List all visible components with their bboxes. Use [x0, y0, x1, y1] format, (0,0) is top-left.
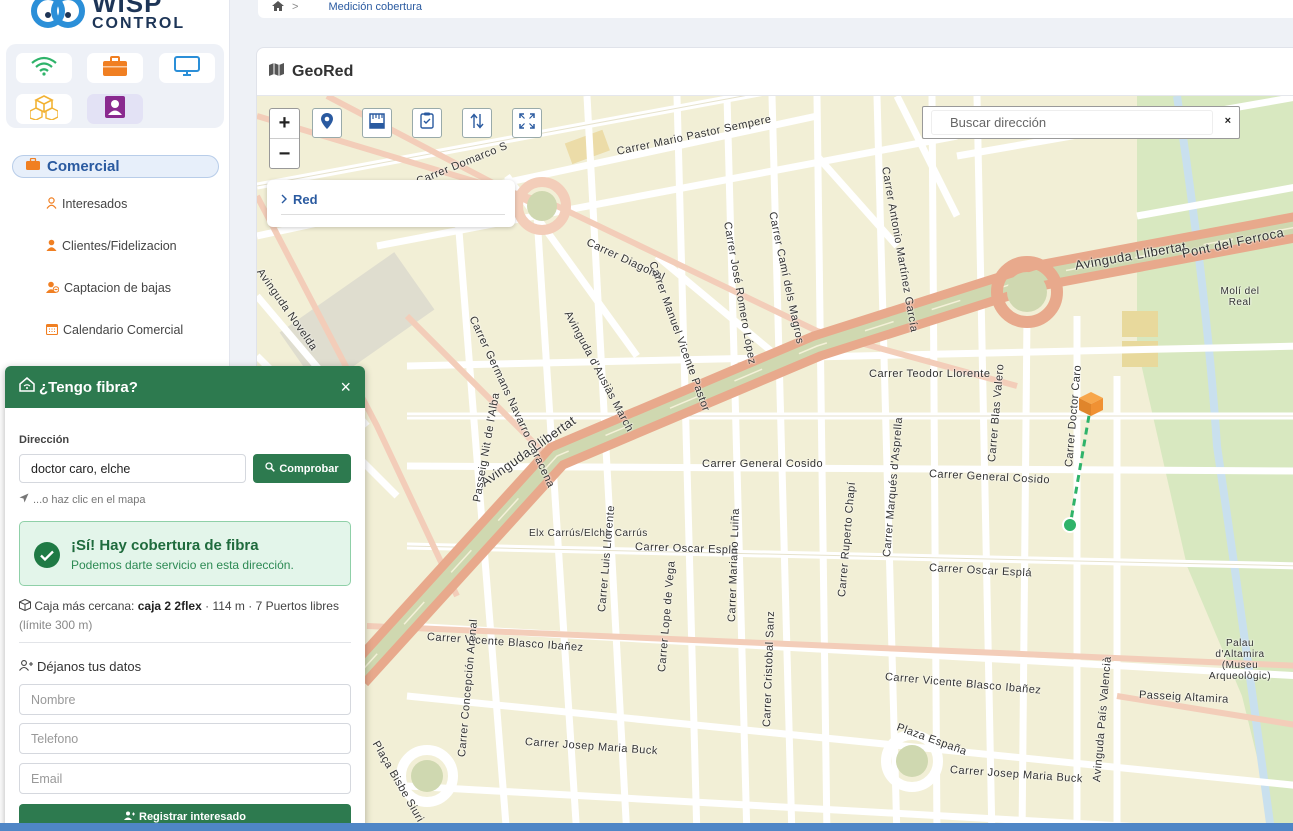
cube-icon [19, 598, 31, 613]
fiber-check-panel: ¿Tengo fibra? × Dirección Comprobar ...o… [5, 366, 365, 831]
sort-button[interactable] [462, 108, 492, 138]
address-input[interactable] [19, 454, 246, 483]
layer-panel: Red [267, 180, 515, 227]
monitor-icon [173, 55, 201, 82]
email-field[interactable] [19, 763, 351, 794]
logo-line2: CONTROL [92, 15, 186, 32]
map-label: Carrer General Cosido [702, 458, 824, 470]
map-label: Carrer Teodor Llorente [869, 368, 991, 380]
sidebar-item-calendario[interactable]: Calendario Comercial [45, 321, 184, 339]
breadcrumb-current[interactable]: Medición cobertura [328, 1, 422, 13]
sidebar-item-interesados[interactable]: Interesados [46, 195, 127, 213]
name-field[interactable] [19, 684, 351, 715]
coverage-result-subtitle: Podemos darte servicio en esta dirección… [71, 558, 294, 572]
address-search: × [922, 106, 1240, 139]
check-circle-icon [34, 542, 60, 568]
fiber-panel-title: ¿Tengo fibra? [39, 378, 138, 396]
map-icon [269, 62, 284, 81]
locate-button[interactable] [312, 108, 342, 138]
sidebar-item-label: Captacion de bajas [64, 281, 172, 295]
register-lead-label: Registrar interesado [139, 811, 246, 823]
os-taskbar [0, 823, 1293, 831]
expand-icon [519, 112, 535, 134]
briefcase-icon [25, 157, 41, 176]
nearest-box-prefix: Caja más cercana: [34, 599, 135, 613]
contact-card-icon [102, 95, 128, 124]
wifi-icon [30, 55, 58, 82]
user-minus-icon [46, 281, 60, 296]
card-title: GeoRed [292, 62, 354, 80]
map-label: Elx Carrús/Elche Carrús [529, 528, 648, 539]
briefcase-icon [101, 55, 129, 82]
logo-mark-icon [30, 0, 86, 31]
breadcrumb-separator: > [292, 1, 299, 13]
sidebar-item-captacion[interactable]: Captacion de bajas [46, 279, 171, 297]
clipboard-check-icon [420, 112, 434, 134]
map-canvas[interactable]: Carrer Mario Pastor Sempere Carrer Domar… [257, 96, 1293, 831]
layer-red-label: Red [293, 192, 318, 207]
sidebar-item-label: Calendario Comercial [63, 323, 184, 337]
location-arrow-icon [19, 493, 29, 506]
nearest-box-info: Caja más cercana: caja 2 2flex · 114 m ·… [19, 597, 353, 635]
app-contacts-tile[interactable] [87, 94, 143, 124]
check-coverage-button[interactable]: Comprobar [253, 454, 351, 483]
lead-form-title-text: Déjanos tus datos [37, 659, 142, 674]
fullscreen-button[interactable] [512, 108, 542, 138]
coverage-result: ¡Sí! Hay cobertura de fibra Podemos dart… [19, 521, 351, 586]
zoom-out-button[interactable]: − [270, 139, 299, 169]
map-label: Palau d'Altamira (Museu Arqueològic) [1208, 638, 1272, 682]
geored-card: GeoRed Carrer Mario Pastor Sempere Carre… [256, 47, 1293, 831]
sidebar-section-label: Comercial [47, 158, 120, 175]
sidebar-item-label: Interesados [62, 197, 128, 211]
clear-search-button[interactable]: × [1225, 115, 1231, 127]
arrows-up-down-icon [469, 112, 485, 134]
phone-field[interactable] [19, 723, 351, 754]
layer-red-toggle[interactable]: Red [281, 192, 318, 207]
user-icon [46, 239, 57, 254]
zoom-control: + − [269, 108, 300, 169]
coverage-result-title: ¡Sí! Hay cobertura de fibra [71, 537, 259, 554]
app-monitor-tile[interactable] [159, 53, 215, 83]
breadcrumb: > Medición cobertura [258, 0, 1293, 18]
check-coverage-label: Comprobar [279, 462, 339, 475]
map-click-hint: ...o haz clic en el mapa [19, 493, 146, 506]
sidebar-section-commercial[interactable]: Comercial [12, 155, 219, 178]
divider [19, 642, 351, 643]
logo[interactable]: WISP CONTROL [30, 0, 185, 36]
sidebar-item-label: Clientes/Fidelizacion [62, 239, 177, 253]
report-button[interactable] [412, 108, 442, 138]
map-label: Molí del Real [1220, 286, 1260, 308]
house-signal-icon [19, 377, 35, 397]
nearest-box-limit: (límite 300 m) [19, 618, 93, 632]
chevron-right-icon [281, 192, 287, 207]
ruler-icon [369, 112, 385, 134]
address-label: Dirección [19, 434, 70, 446]
user-outline-icon [46, 196, 57, 212]
nearest-box-name: caja 2 2flex [137, 599, 202, 613]
address-search-input[interactable] [931, 110, 1213, 135]
measure-button[interactable] [362, 108, 392, 138]
zoom-in-button[interactable]: + [270, 109, 299, 139]
nearest-box-details: · 114 m · 7 Puertos libres [205, 599, 339, 613]
map-click-hint-text: ...o haz clic en el mapa [33, 493, 146, 506]
lead-form-title: Déjanos tus datos [19, 659, 141, 674]
app-commercial-tile[interactable] [87, 53, 143, 83]
calendar-icon [45, 323, 59, 338]
search-icon [265, 462, 276, 475]
logo-line1: WISP [92, 0, 163, 18]
app-switcher [6, 44, 224, 128]
close-panel-button[interactable]: × [340, 377, 351, 398]
user-plus-icon [19, 659, 33, 674]
user-plus-icon [124, 811, 135, 823]
app-network-tile[interactable] [16, 53, 72, 83]
boxes-icon [29, 94, 59, 125]
home-icon[interactable] [272, 0, 284, 14]
sidebar-item-clientes[interactable]: Clientes/Fidelizacion [46, 237, 177, 255]
map-pin-icon [321, 112, 333, 134]
app-inventory-tile[interactable] [16, 94, 72, 124]
